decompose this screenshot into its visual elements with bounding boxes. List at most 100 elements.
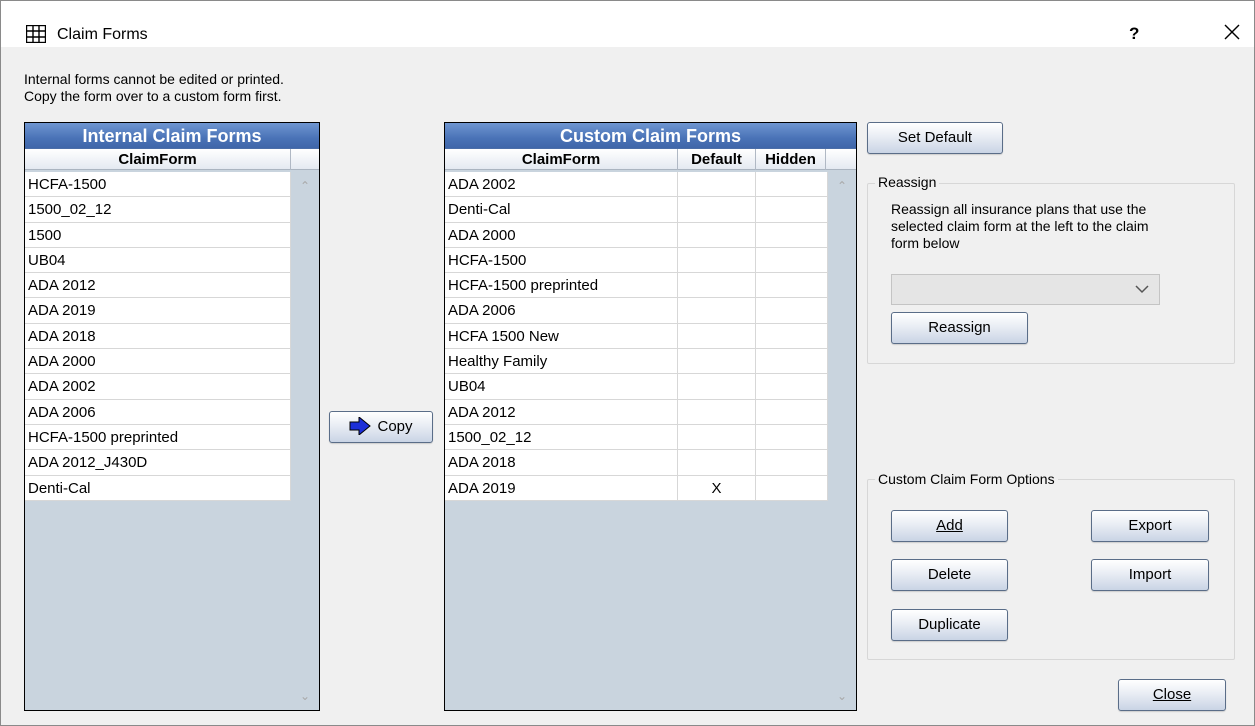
- claimform-cell: Denti-Cal: [445, 197, 678, 223]
- scrollbar[interactable]: ⌃ ⌄: [291, 172, 319, 710]
- table-row[interactable]: HCFA-1500 preprinted: [445, 273, 828, 299]
- claimform-cell: ADA 2018: [25, 323, 291, 349]
- reassign-description-line-1: Reassign all insurance plans that use th…: [891, 201, 1147, 217]
- table-row[interactable]: Denti-Cal: [25, 475, 291, 501]
- help-button[interactable]: ?: [1129, 24, 1139, 44]
- grid-title: Internal Claim Forms: [25, 123, 319, 149]
- table-row[interactable]: HCFA-1500: [25, 172, 291, 198]
- info-line-1: Internal forms cannot be edited or print…: [24, 71, 284, 87]
- table-row[interactable]: ADA 2000: [25, 349, 291, 375]
- copy-label: Copy: [377, 418, 413, 435]
- column-header-claimform[interactable]: ClaimForm: [445, 149, 678, 170]
- claimform-cell: ADA 2019: [445, 475, 678, 501]
- delete-button[interactable]: Delete: [891, 559, 1008, 591]
- custom-options-group-label: Custom Claim Form Options: [875, 471, 1058, 487]
- default-cell: X: [678, 475, 756, 501]
- claimform-cell: ADA 2002: [445, 172, 678, 197]
- table-row[interactable]: ADA 2002: [445, 172, 828, 198]
- table-row[interactable]: HCFA-1500 preprinted: [25, 424, 291, 451]
- copy-button[interactable]: Copy: [329, 411, 433, 443]
- table-row[interactable]: ADA 2012_J430D: [25, 450, 291, 476]
- table-row[interactable]: ADA 2018: [25, 323, 291, 350]
- table-row[interactable]: ADA 2006: [25, 399, 291, 425]
- hidden-cell: [756, 450, 828, 476]
- scroll-up-icon[interactable]: ⌃: [291, 176, 319, 196]
- column-header-claimform[interactable]: ClaimForm: [25, 149, 291, 170]
- table-row[interactable]: 1500: [25, 222, 291, 248]
- scroll-up-icon[interactable]: ⌃: [828, 176, 856, 196]
- custom-claim-forms-grid[interactable]: Custom Claim Forms ClaimForm Default Hid…: [444, 122, 857, 711]
- column-header-hidden[interactable]: Hidden: [756, 149, 826, 170]
- default-cell: [678, 247, 756, 273]
- add-button[interactable]: Add: [891, 510, 1008, 542]
- grid-icon: [26, 25, 46, 43]
- chevron-down-icon: [1135, 285, 1149, 294]
- internal-claim-forms-grid[interactable]: Internal Claim Forms ClaimForm HCFA-1500…: [24, 122, 320, 711]
- claimform-cell: ADA 2006: [445, 298, 678, 324]
- table-row[interactable]: ADA 2002: [25, 374, 291, 400]
- table-row[interactable]: Denti-Cal: [445, 197, 828, 223]
- hidden-cell: [756, 172, 828, 197]
- scroll-down-icon[interactable]: ⌄: [828, 686, 856, 706]
- import-button[interactable]: Import: [1091, 559, 1209, 591]
- grid-title: Custom Claim Forms: [445, 123, 856, 149]
- table-row[interactable]: ADA 2012: [445, 399, 828, 425]
- claimform-cell: HCFA-1500: [445, 247, 678, 273]
- table-row[interactable]: ADA 2006: [445, 298, 828, 324]
- internal-rows: HCFA-1500 1500_02_12 1500 UB04 ADA 2012 ADA 2…: [25, 172, 291, 501]
- set-default-button[interactable]: Set Default: [867, 122, 1003, 154]
- hidden-cell: [756, 399, 828, 425]
- default-cell: [678, 399, 756, 425]
- table-row[interactable]: ADA 2012: [25, 273, 291, 299]
- reassign-description-line-3: form below: [891, 235, 960, 251]
- table-row[interactable]: HCFA-1500: [445, 247, 828, 274]
- default-cell: [678, 374, 756, 400]
- default-cell: [678, 197, 756, 223]
- export-button[interactable]: Export: [1091, 510, 1209, 542]
- default-cell: [678, 424, 756, 450]
- claimform-cell: 1500: [25, 222, 291, 248]
- window-title: Claim Forms: [57, 26, 148, 43]
- info-line-2: Copy the form over to a custom form firs…: [24, 88, 282, 104]
- table-row[interactable]: UB04: [25, 247, 291, 274]
- claimform-cell: UB04: [445, 374, 678, 400]
- table-row[interactable]: ADA 2018: [445, 450, 828, 476]
- grid-header: ClaimForm Default Hidden: [445, 149, 856, 170]
- hidden-cell: [756, 424, 828, 450]
- hidden-cell: [756, 222, 828, 248]
- table-row[interactable]: 1500_02_12: [445, 424, 828, 451]
- default-cell: [678, 298, 756, 324]
- close-icon[interactable]: [1223, 23, 1241, 41]
- scroll-down-icon[interactable]: ⌄: [291, 686, 319, 706]
- table-row[interactable]: Healthy Family: [445, 349, 828, 375]
- table-row[interactable]: HCFA 1500 New: [445, 323, 828, 350]
- default-cell: [678, 450, 756, 476]
- reassign-description-line-2: selected claim form at the left to the c…: [891, 218, 1149, 234]
- hidden-cell: [756, 298, 828, 324]
- default-cell: [678, 273, 756, 299]
- default-cell: [678, 323, 756, 349]
- close-button[interactable]: Close: [1118, 679, 1226, 711]
- add-label: Add: [936, 517, 963, 534]
- hidden-cell: [756, 349, 828, 375]
- scrollbar[interactable]: ⌃ ⌄: [828, 172, 856, 710]
- reassign-group-label: Reassign: [875, 174, 940, 190]
- table-row[interactable]: 1500_02_12: [25, 197, 291, 223]
- reassign-button[interactable]: Reassign: [891, 312, 1028, 344]
- default-cell: [678, 222, 756, 248]
- claimform-cell: 1500_02_12: [25, 197, 291, 223]
- duplicate-button[interactable]: Duplicate: [891, 609, 1008, 641]
- table-row[interactable]: ADA 2019 X: [445, 475, 828, 501]
- table-row[interactable]: UB04: [445, 374, 828, 400]
- column-header-default[interactable]: Default: [678, 149, 756, 170]
- claimform-cell: 1500_02_12: [445, 424, 678, 450]
- claimform-cell: ADA 2012: [25, 273, 291, 299]
- grid-header: ClaimForm: [25, 149, 319, 170]
- close-label: Close: [1152, 686, 1192, 703]
- reassign-form-dropdown[interactable]: [891, 274, 1160, 305]
- claim-forms-dialog: Claim Forms ? Internal forms cannot be e…: [0, 0, 1255, 726]
- hidden-cell: [756, 374, 828, 400]
- title-bar: Claim Forms ?: [1, 1, 1254, 47]
- table-row[interactable]: ADA 2019: [25, 298, 291, 324]
- table-row[interactable]: ADA 2000: [445, 222, 828, 248]
